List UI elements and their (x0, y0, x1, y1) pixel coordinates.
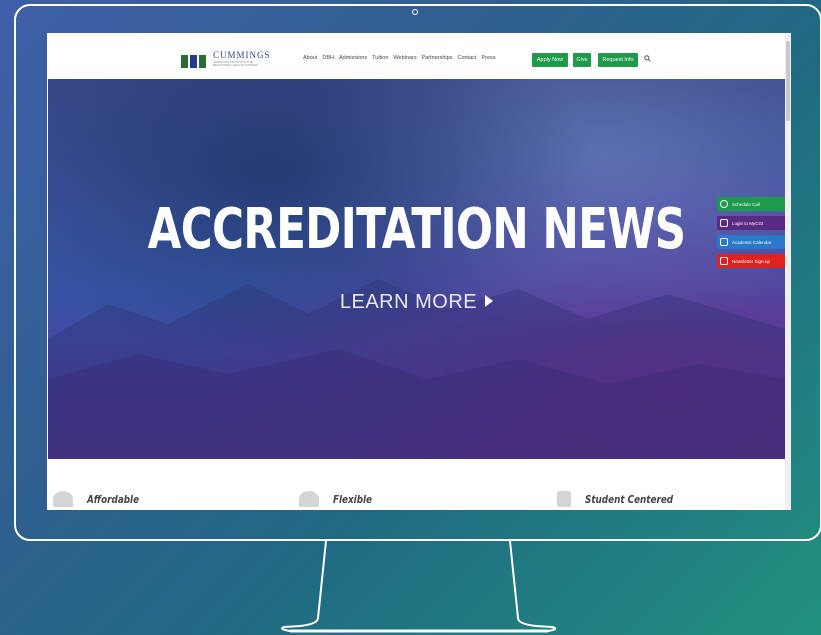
nav-admissions[interactable]: Admissions (339, 55, 367, 61)
nav-tuition[interactable]: Tuition (372, 55, 388, 61)
money-bag-icon (53, 491, 73, 507)
hero-banner[interactable]: ACCREDITATION NEWS LEARN MORE (48, 79, 785, 459)
search-icon[interactable] (644, 55, 651, 62)
site-logo[interactable]: CUMMINGS GRADUATE INSTITUTE FOR BEHAVIOR… (181, 50, 271, 68)
feature-flexible: Flexible (299, 491, 382, 507)
mountain-silhouette (48, 279, 785, 459)
graduate-icon (557, 491, 571, 507)
login-tab[interactable]: Login to MyCGI (717, 216, 785, 230)
nav-dbh[interactable]: DBH (322, 55, 334, 61)
site-header: CUMMINGS GRADUATE INSTITUTE FOR BEHAVIOR… (47, 33, 785, 79)
apply-now-button[interactable]: Apply Now (532, 53, 568, 67)
browser-screen: CUMMINGS GRADUATE INSTITUTE FOR BEHAVIOR… (47, 33, 791, 510)
scrollbar-thumb[interactable] (786, 41, 790, 121)
login-icon (720, 219, 728, 227)
play-arrow-icon (485, 295, 494, 307)
feature-student-centered-label: Student Centered (585, 492, 674, 506)
learn-more-link[interactable]: LEARN MORE (48, 291, 785, 314)
phone-icon (720, 200, 728, 208)
give-button[interactable]: Give (573, 53, 591, 67)
nav-about[interactable]: About (303, 55, 317, 61)
nav-webinars[interactable]: Webinars (393, 55, 416, 61)
nav-contact[interactable]: Contact (457, 55, 476, 61)
calendar-icon (720, 238, 728, 246)
login-label: Login to MyCGI (732, 220, 764, 226)
schedule-call-tab[interactable]: Schedule Call (717, 197, 785, 211)
hero-title: ACCREDITATION NEWS (147, 197, 686, 262)
feature-affordable: Affordable (53, 491, 152, 507)
feature-flexible-label: Flexible (333, 492, 372, 506)
logo-name: CUMMINGS (213, 50, 271, 60)
learn-more-label: LEARN MORE (339, 291, 478, 313)
academic-calendar-label: Academic Calendar (732, 239, 772, 245)
nav-partnerships[interactable]: Partnerships (422, 55, 453, 61)
feature-affordable-label: Affordable (87, 492, 140, 506)
gear-clock-icon (299, 491, 319, 507)
logo-subtitle: GRADUATE INSTITUTE FOR BEHAVIORAL HEALTH… (213, 60, 259, 67)
academic-calendar-tab[interactable]: Academic Calendar (717, 235, 785, 249)
nav-press[interactable]: Press (481, 55, 495, 61)
feature-student-centered: Student Centered (557, 491, 695, 507)
newsletter-label: Newsletter Sign-up (732, 258, 771, 264)
schedule-call-label: Schedule Call (732, 201, 760, 207)
main-nav: About DBH Admissions Tuition Webinars Pa… (303, 55, 496, 61)
columns-logo-icon (181, 50, 207, 68)
request-info-button[interactable]: Request Info (598, 53, 638, 67)
newsletter-tab[interactable]: Newsletter Sign-up (717, 254, 785, 268)
envelope-icon (720, 257, 728, 265)
